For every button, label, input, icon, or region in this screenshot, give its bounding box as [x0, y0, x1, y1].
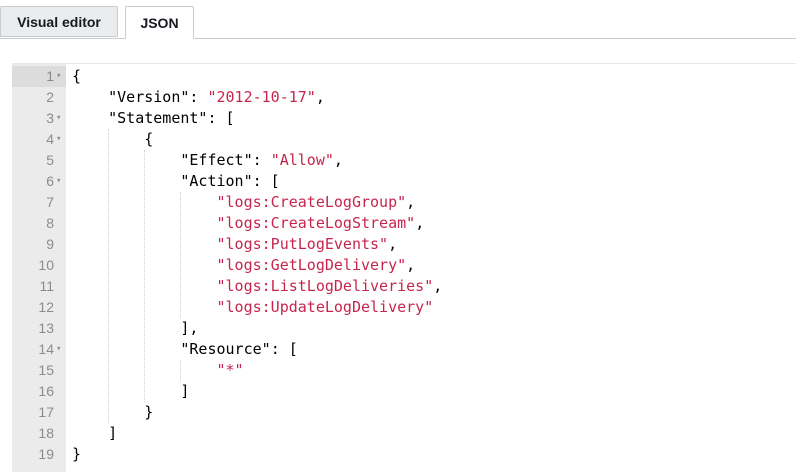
- indent-guide: [144, 150, 146, 402]
- line-number: 19: [38, 446, 54, 462]
- tab-visual-editor[interactable]: Visual editor: [0, 6, 118, 37]
- line-number: 16: [38, 383, 54, 399]
- line-number: 3: [46, 110, 54, 126]
- code-text: "logs:PutLogEvents",: [216, 235, 398, 253]
- line-number: 11: [39, 278, 54, 294]
- line-number: 18: [38, 425, 54, 441]
- code-line[interactable]: 3 ▾ "Statement": [: [12, 108, 796, 129]
- code-text: {: [72, 130, 154, 148]
- code-line[interactable]: 10 "logs:GetLogDelivery",: [12, 255, 796, 276]
- fold-arrow-icon[interactable]: ▾: [56, 129, 64, 150]
- line-number: 5: [46, 152, 54, 168]
- code-text: ],: [72, 319, 199, 337]
- line-number: 1: [46, 68, 54, 84]
- line-number: 17: [38, 404, 54, 420]
- code-text: "logs:ListLogDeliveries",: [216, 277, 443, 295]
- code-text: "Resource": [: [180, 340, 298, 358]
- line-number: 15: [38, 362, 54, 378]
- code-line[interactable]: 5 "Effect": "Allow",: [12, 150, 796, 171]
- line-number: 4: [46, 131, 54, 147]
- fold-arrow-icon[interactable]: ▾: [56, 108, 64, 129]
- code-text: "logs:CreateLogStream",: [216, 214, 425, 232]
- code-text: "Effect": "Allow",: [180, 151, 343, 169]
- code-line[interactable]: 1 ▾ {: [12, 66, 796, 87]
- editor-tabs: Visual editor JSON: [0, 0, 796, 39]
- line-number: 9: [46, 236, 54, 252]
- line-number: 8: [46, 215, 54, 231]
- line-number: 13: [38, 320, 54, 336]
- code-text: "Version": "2012-10-17",: [108, 88, 325, 106]
- code-text: "Statement": [: [108, 109, 235, 127]
- code-line[interactable]: 16 ]: [12, 381, 796, 402]
- code-text: {: [72, 67, 82, 85]
- code-line[interactable]: 9 "logs:PutLogEvents",: [12, 234, 796, 255]
- line-number: 2: [46, 89, 54, 105]
- code-text: "Action": [: [180, 172, 280, 190]
- fold-arrow-icon[interactable]: ▾: [56, 171, 64, 192]
- code-line[interactable]: 12 "logs:UpdateLogDelivery": [12, 297, 796, 318]
- code-text: }: [72, 403, 154, 421]
- line-number: 10: [38, 257, 54, 273]
- code-line[interactable]: 6 ▾ "Action": [: [12, 171, 796, 192]
- code-line[interactable]: 13 ],: [12, 318, 796, 339]
- code-text: ]: [72, 382, 190, 400]
- indent-guide: [108, 129, 110, 423]
- code-line[interactable]: 2 "Version": "2012-10-17",: [12, 87, 796, 108]
- code-line[interactable]: 4 ▾ {: [12, 129, 796, 150]
- line-number: 12: [38, 299, 54, 315]
- indent-guide: [180, 192, 182, 318]
- code-line[interactable]: 11 "logs:ListLogDeliveries",: [12, 276, 796, 297]
- indent-guide: [180, 360, 182, 381]
- line-number: 7: [46, 194, 54, 210]
- json-code-editor[interactable]: 1 ▾{2 "Version": "2012-10-17", 3 ▾ "Stateme…: [12, 63, 796, 472]
- line-number: 6: [46, 173, 54, 189]
- code-line[interactable]: 8 "logs:CreateLogStream",: [12, 213, 796, 234]
- code-line[interactable]: 17 }: [12, 402, 796, 423]
- code-text: }: [72, 445, 82, 463]
- code-line[interactable]: 18 ]: [12, 423, 796, 444]
- code-text: ]: [72, 424, 118, 442]
- code-line[interactable]: 14 ▾ "Resource": [: [12, 339, 796, 360]
- fold-arrow-icon[interactable]: ▾: [56, 339, 64, 360]
- code-text: "logs:GetLogDelivery",: [216, 256, 416, 274]
- code-line[interactable]: 15 "*": [12, 360, 796, 381]
- code-line[interactable]: 19}: [12, 444, 796, 465]
- code-text: "logs:UpdateLogDelivery": [216, 298, 434, 316]
- code-line[interactable]: 7 "logs:CreateLogGroup",: [12, 192, 796, 213]
- code-text: "logs:CreateLogGroup",: [216, 193, 416, 211]
- fold-arrow-icon[interactable]: ▾: [56, 66, 64, 87]
- line-number: 14: [38, 341, 54, 357]
- code-text: "*": [216, 361, 244, 379]
- tab-json[interactable]: JSON: [125, 6, 194, 39]
